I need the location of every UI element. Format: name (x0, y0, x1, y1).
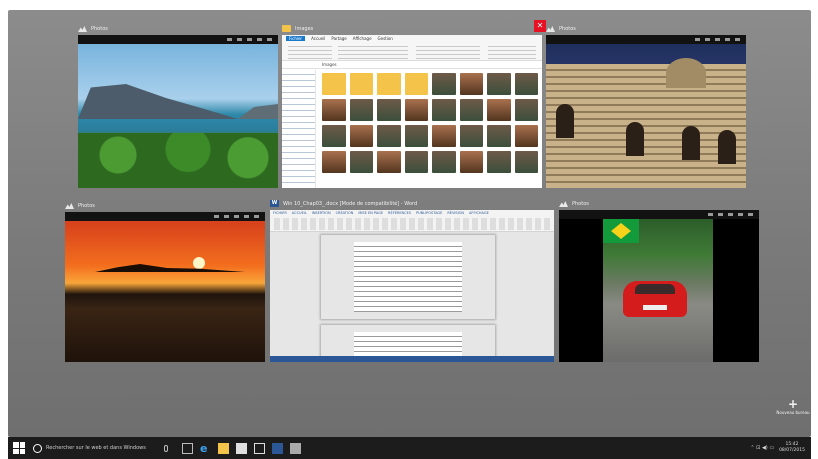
ribbon-tab: INSERTION (311, 211, 331, 215)
window-caption: Photos (65, 199, 95, 212)
photos-icon[interactable] (290, 442, 301, 454)
clock-date: 08/07/2015 (779, 448, 805, 453)
photos-app-icon (65, 203, 74, 209)
window-title: Win 10_Chap03_.docx [Mode de compatibili… (283, 200, 418, 207)
new-desktop-label: Nouveau bureau (776, 410, 810, 415)
ribbon-tab: FICHIER (273, 211, 287, 215)
task-view-background: Photos Images ✕ Fichier Accueil Partage … (8, 10, 811, 437)
cortana-icon[interactable] (33, 443, 42, 453)
window-file-explorer[interactable]: Images ✕ Fichier Accueil Partage Afficha… (282, 20, 546, 188)
ribbon-tab: Gestion (377, 36, 393, 41)
navigation-pane (282, 70, 316, 188)
edge-icon[interactable]: e (200, 443, 211, 454)
photos-app-icon (78, 26, 87, 32)
window-thumbnail (546, 35, 746, 188)
task-view-icon[interactable] (182, 442, 193, 454)
window-caption: Photos (78, 22, 108, 35)
photos-toolbar (546, 35, 746, 44)
window-caption: Images (282, 22, 313, 35)
ribbon-tab: Partage (331, 36, 347, 41)
address-bar: Images (282, 62, 542, 69)
window-caption: Photos (559, 197, 589, 210)
microphone-icon[interactable] (164, 444, 168, 452)
search-box[interactable]: Rechercher sur le web et dans Windows (46, 445, 158, 451)
window-thumbnail: FICHIER ACCUEIL INSERTION CRÉATION MISE … (270, 210, 554, 362)
close-window-button[interactable]: ✕ (534, 20, 546, 32)
photo-sea-mountains (78, 44, 278, 188)
window-title: Images (295, 25, 314, 32)
file-explorer-icon[interactable] (218, 442, 229, 454)
tray-icons[interactable]: ⌃ ⊡ ◀) ▭ (750, 445, 774, 451)
ribbon-tab: CRÉATION (335, 211, 354, 215)
photo-cathedral (546, 44, 746, 188)
photo-sunset (65, 221, 265, 362)
window-thumbnail (559, 210, 759, 362)
window-thumbnail (78, 35, 278, 188)
window-thumbnail (65, 212, 265, 362)
window-title: Photos (559, 25, 576, 32)
ribbon-tab: RÉFÉRENCES (388, 211, 412, 215)
window-photos-sea[interactable]: Photos (78, 22, 278, 188)
window-thumbnail: Fichier Accueil Partage Affichage Gestio… (282, 35, 542, 188)
ribbon-tab: MISE EN PAGE (358, 211, 384, 215)
window-title: Photos (572, 200, 589, 207)
start-button[interactable] (13, 442, 25, 454)
file-thumbnail-grid (322, 73, 538, 186)
store-icon[interactable] (236, 442, 247, 454)
ribbon-tab: Affichage (352, 36, 372, 41)
word-status-bar (270, 356, 554, 362)
clock[interactable]: 15:42 08/07/2015 (779, 442, 805, 454)
photo-red-car (603, 219, 713, 362)
ribbon-tab: AFFICHAGE (469, 211, 489, 215)
ribbon-tab: Fichier (286, 36, 306, 41)
plus-icon: + (787, 397, 799, 411)
window-photos-car[interactable]: Photos (559, 197, 759, 362)
ribbon-tab: ACCUEIL (291, 211, 307, 215)
word-icon[interactable] (272, 442, 283, 454)
ribbon-tab: RÉVISION (447, 211, 465, 215)
photos-toolbar (78, 35, 278, 44)
window-word[interactable]: W Win 10_Chap03_.docx [Mode de compatibi… (270, 197, 554, 362)
word-app-icon: W (270, 200, 279, 207)
photos-toolbar (559, 210, 759, 219)
window-title: Photos (91, 25, 108, 32)
ribbon-tab: PUBLIPOSTAGE (416, 211, 443, 215)
mail-icon[interactable] (254, 442, 265, 454)
window-title: Photos (78, 202, 95, 209)
system-tray: ⌃ ⊡ ◀) ▭ 15:42 08/07/2015 (750, 442, 805, 454)
new-desktop-button[interactable]: + Nouveau bureau (768, 398, 818, 415)
window-photos-cathedral[interactable]: Photos (546, 22, 746, 188)
photos-toolbar (65, 212, 265, 221)
document-page (320, 234, 496, 320)
folder-icon (282, 25, 291, 32)
word-ribbon: FICHIER ACCUEIL INSERTION CRÉATION MISE … (270, 210, 554, 232)
explorer-ribbon: Fichier Accueil Partage Affichage Gestio… (282, 35, 542, 61)
photos-app-icon (546, 26, 555, 32)
window-caption: Photos (546, 22, 576, 35)
photos-app-icon (559, 201, 568, 207)
taskbar: Rechercher sur le web et dans Windows e … (8, 437, 811, 459)
window-caption: W Win 10_Chap03_.docx [Mode de compatibi… (270, 197, 417, 210)
ribbon-tab: Accueil (311, 36, 326, 41)
window-photos-sunset[interactable]: Photos (65, 199, 265, 362)
